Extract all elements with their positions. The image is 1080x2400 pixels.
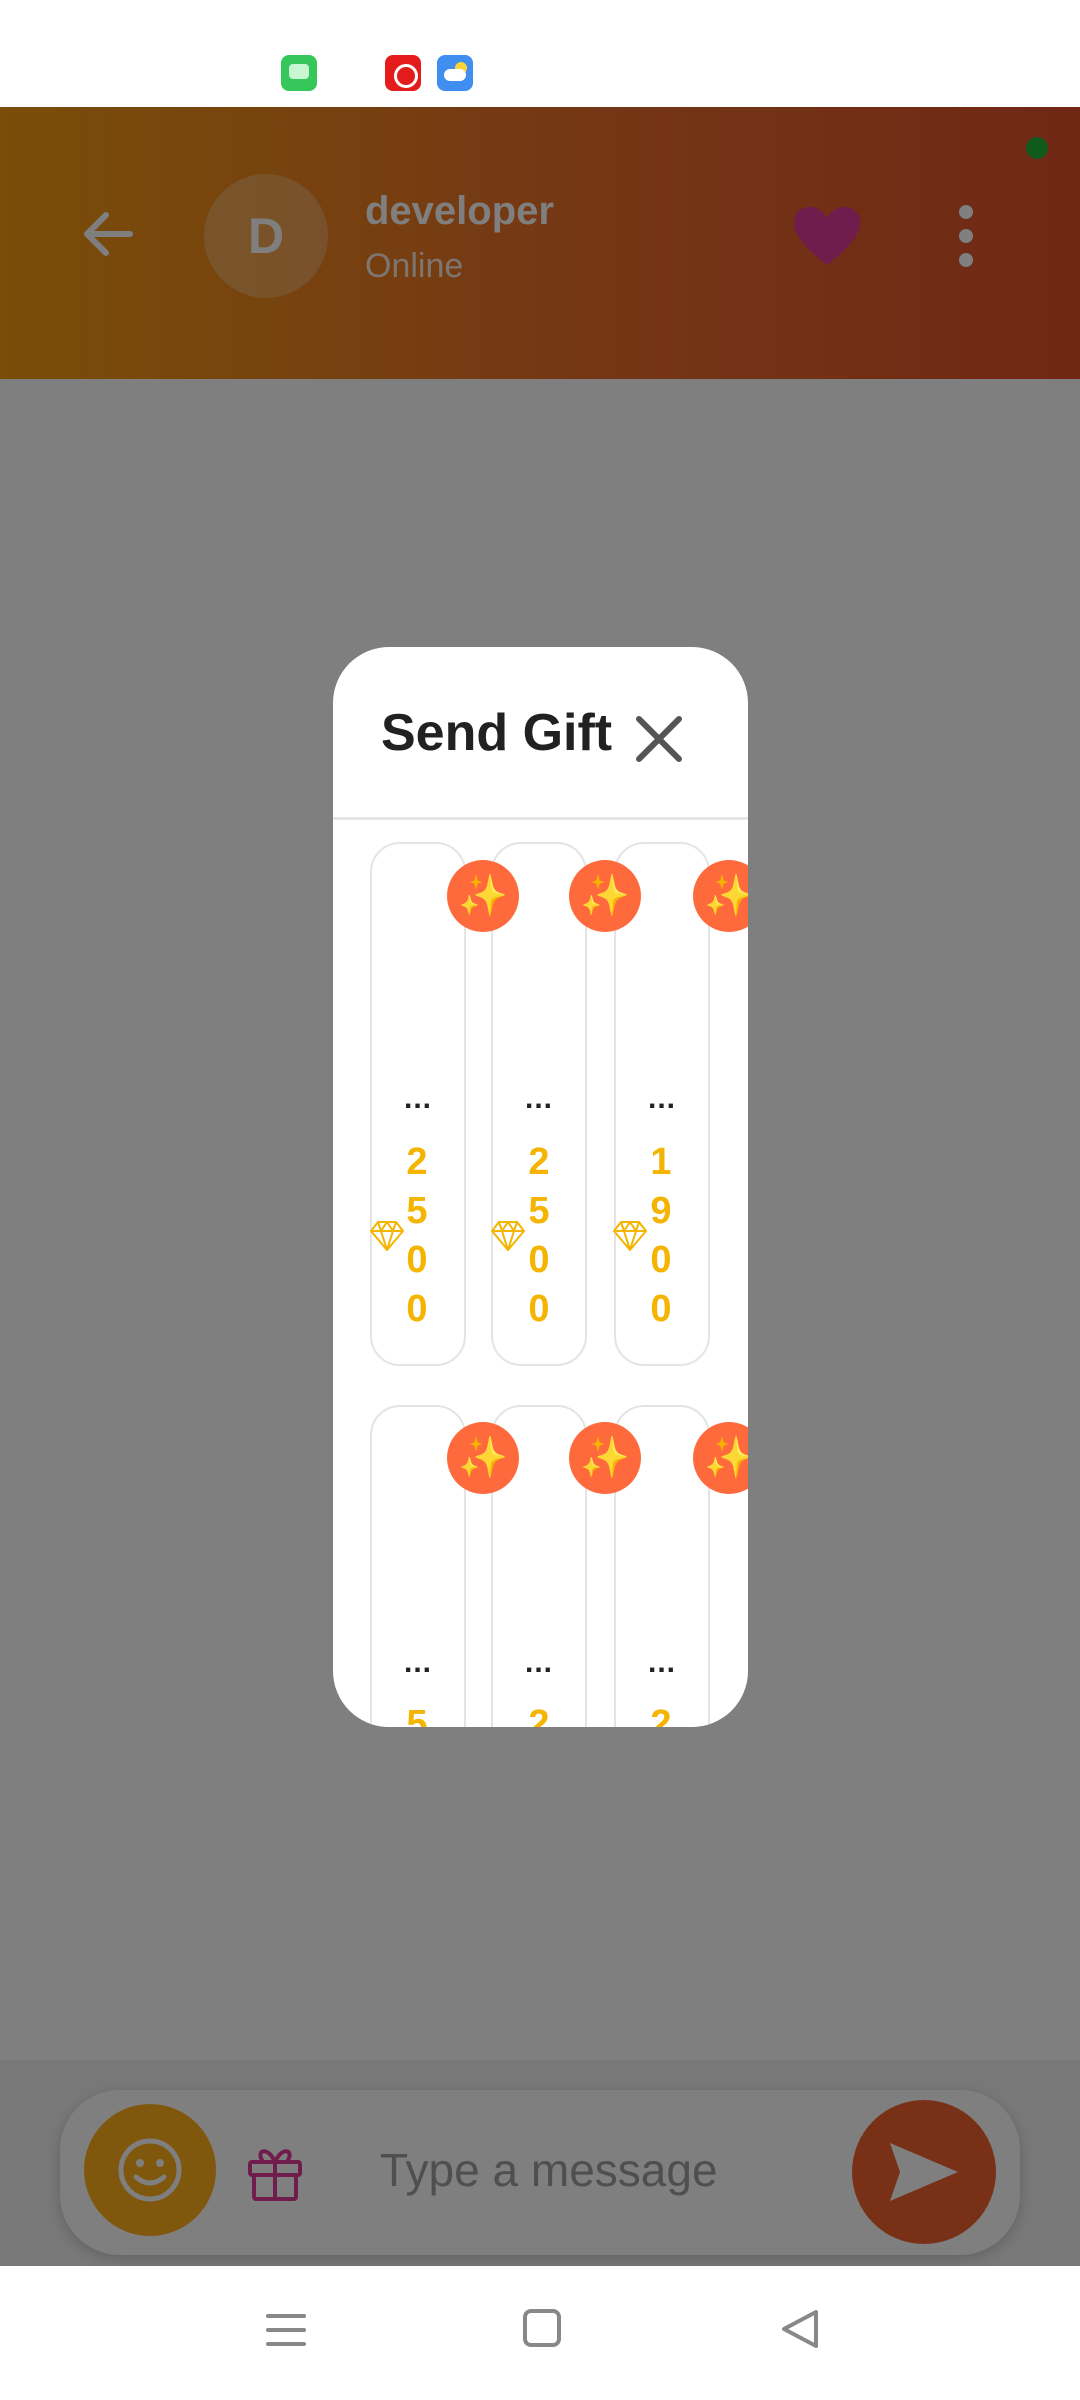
system-nav-bar [0,2266,1080,2400]
gift-price: 2 [528,1703,550,1727]
sparkles-icon: ✨ [569,1422,641,1494]
gift-name: ... [647,1646,676,1679]
gift-price: 2 [650,1703,672,1727]
gift-name: ... [403,1082,432,1115]
gift-price: 1900 [650,1141,672,1330]
gift-name: ... [524,1646,553,1679]
close-icon[interactable] [631,711,687,767]
messages-app-icon [281,55,317,91]
home-icon[interactable] [523,2309,561,2347]
sparkles-icon: ✨ [447,1422,519,1494]
gift-name: ... [647,1082,676,1115]
send-gift-dialog: Send Gift ✨ ✨ ✨ ... ... ... 2500 2500 19… [333,647,748,1727]
chat-screen: D developer Online [0,0,1080,2400]
sparkles-icon: ✨ [447,860,519,932]
gift-name: ... [403,1646,432,1679]
status-bar [0,0,1080,107]
gift-grid[interactable]: ✨ ✨ ✨ ... ... ... 2500 2500 1900 ✨ ✨ ✨ .… [333,820,748,1727]
gift-price: 5 [406,1703,428,1727]
nav-back-icon[interactable] [780,2308,820,2350]
weather-icon [437,55,473,91]
recents-icon[interactable] [266,2310,306,2350]
gift-price: 2500 [528,1141,550,1330]
dialog-title: Send Gift [381,704,613,762]
gift-name: ... [524,1082,553,1115]
app-notification-icon [385,55,421,91]
sparkles-icon: ✨ [569,860,641,932]
gift-price: 2500 [406,1141,428,1330]
